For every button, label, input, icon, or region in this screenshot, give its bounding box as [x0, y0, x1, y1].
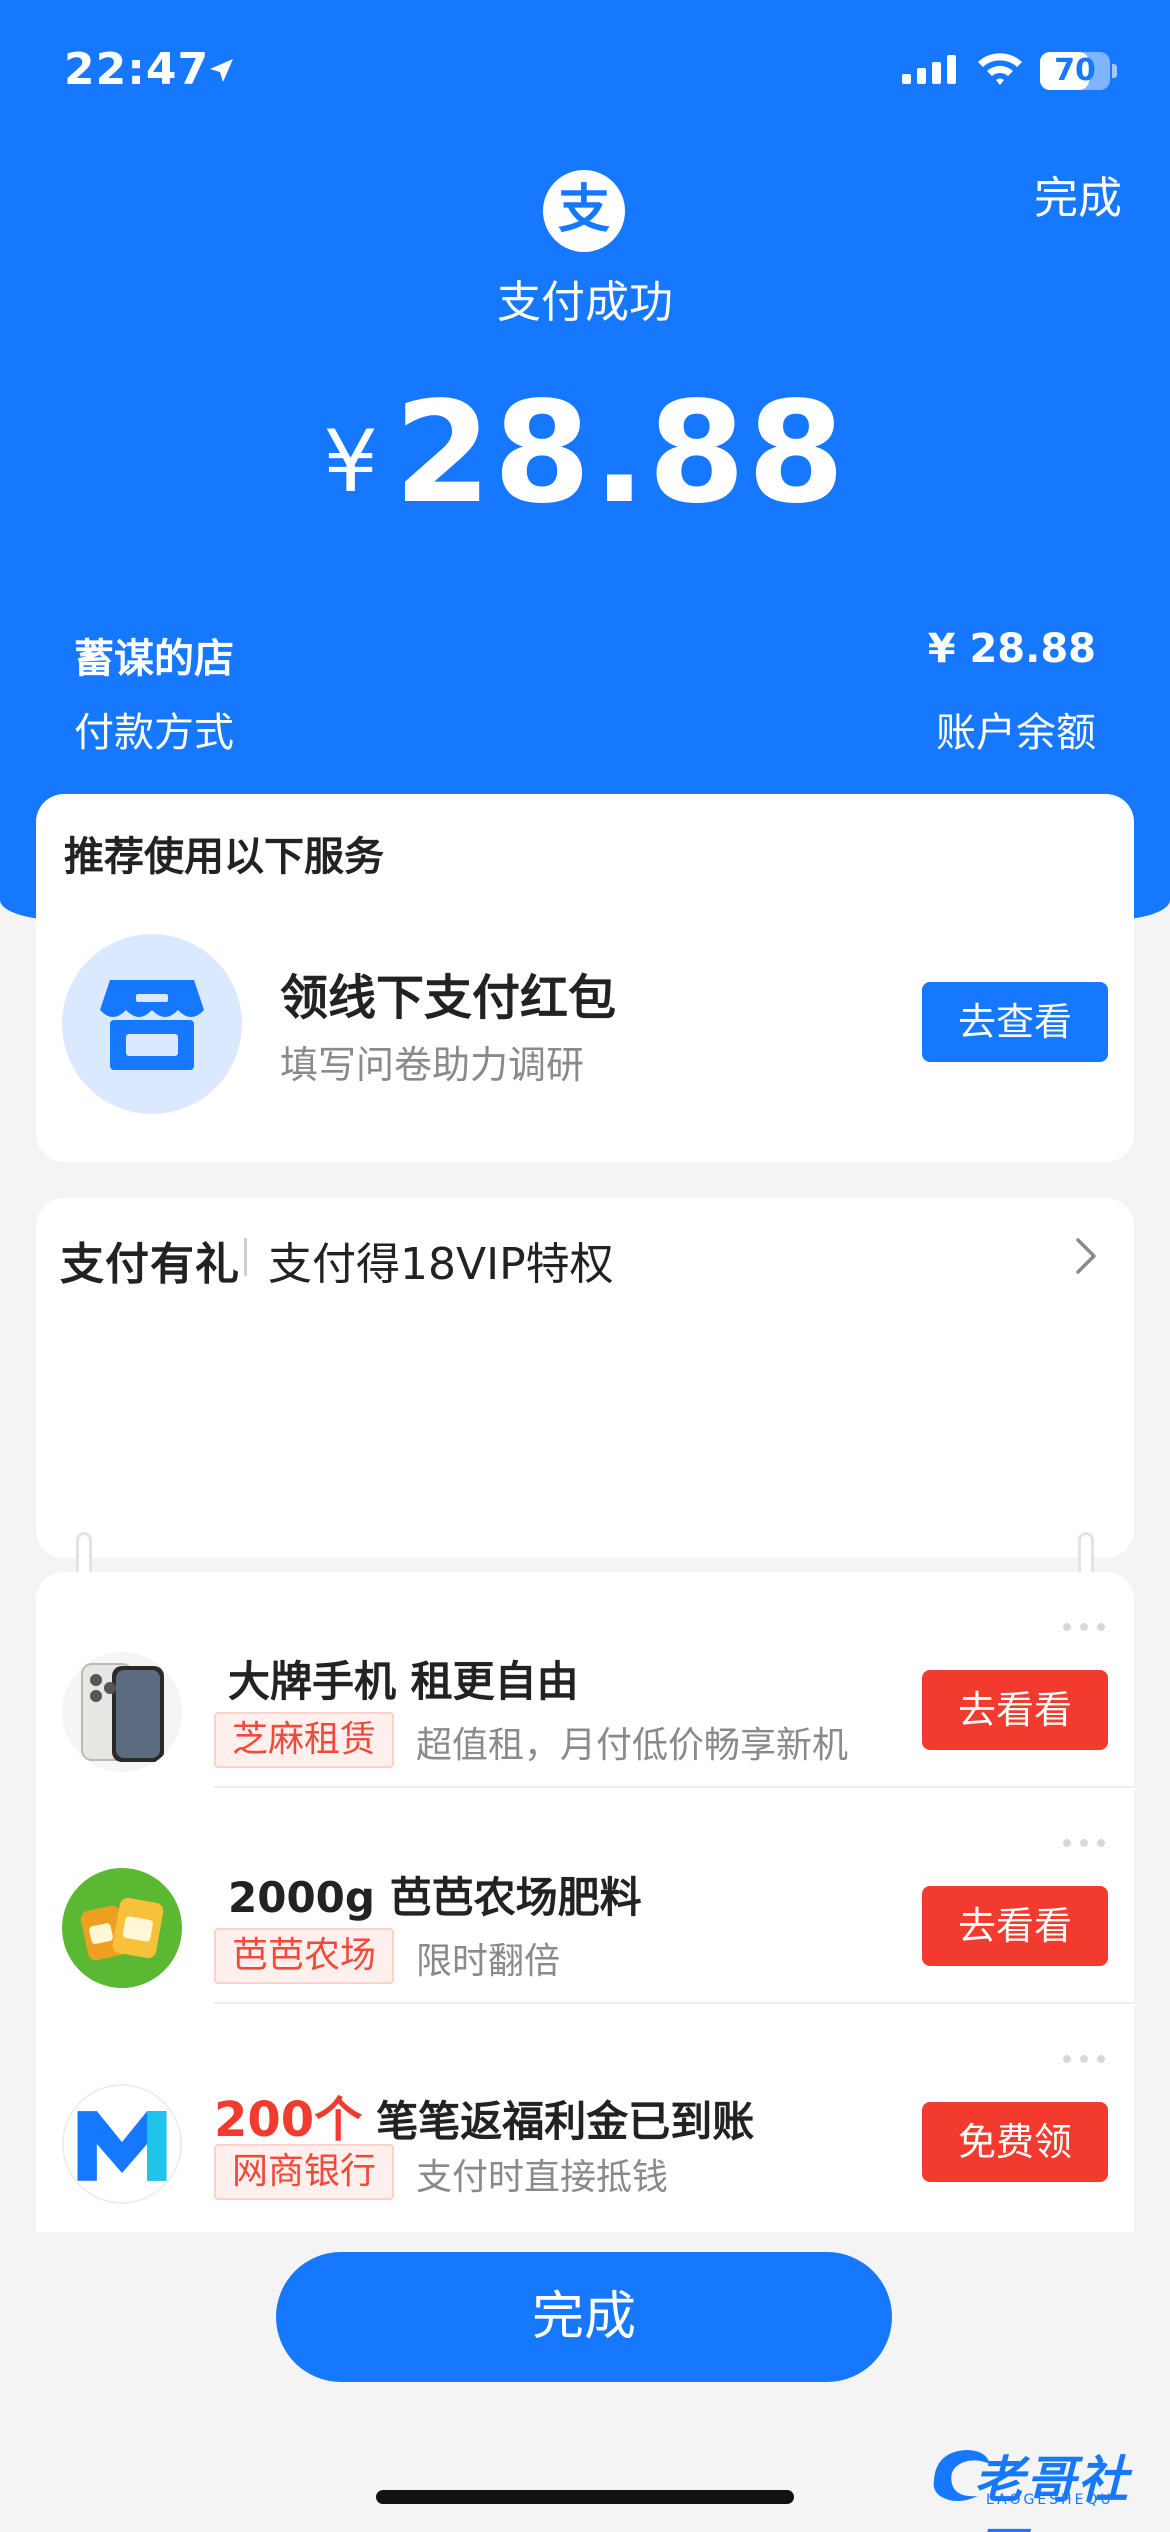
currency-symbol: ¥: [323, 412, 378, 512]
payment-method-value: 账户余额: [936, 710, 1096, 756]
gift-title: 支付得18VIP特权: [268, 1239, 614, 1290]
watermark-subtext: LAOGESHEQU: [986, 2492, 1114, 2508]
offer-item[interactable]: 2000g 芭芭农场肥料 芭芭农场 限时翻倍 去看看: [36, 1788, 1134, 2004]
more-dots-icon[interactable]: [1062, 1622, 1106, 1632]
done-button[interactable]: 完成: [276, 2252, 892, 2382]
offer-title: 200个 笔笔返福利金已到账: [214, 2080, 754, 2150]
location-arrow-icon: [210, 59, 233, 82]
offer-tag: 网商银行: [214, 2144, 395, 2200]
chevron-right-icon[interactable]: [1072, 1234, 1100, 1278]
recommend-card: 推荐使用以下服务 领线下支付红包 填写问卷助力调研 去查看: [36, 794, 1134, 1162]
offer-title-text: 2000g 芭芭农场肥料: [228, 1873, 642, 1922]
payment-success-page: 22:47 70 完成 支 支付成功 ¥28.88 蓄谋的店 ¥ 28.88 付…: [0, 0, 1170, 2532]
offer-item[interactable]: 大牌手机 租更自由 芝麻租赁 超值租，月付低价畅享新机 去看看: [36, 1572, 1134, 1788]
offer-title: 2000g 芭芭农场肥料: [214, 1864, 642, 1925]
payment-method-label: 付款方式: [74, 710, 234, 756]
offer-title-text: 大牌手机 租更自由: [228, 1657, 579, 1706]
watermark-text: 老哥社区: [974, 2451, 1130, 2532]
offer-tag: 芭芭农场: [214, 1928, 395, 1984]
offer-title-text: 笔笔返福利金已到账: [376, 2097, 755, 2146]
merchant-amount: ¥ 28.88: [927, 626, 1096, 672]
offer-desc: 限时翻倍: [416, 1941, 561, 1982]
wifi-icon: [978, 53, 1022, 85]
cellular-signal-icon: [902, 55, 956, 84]
gift-divider: [244, 1238, 247, 1276]
gift-brand: 支付有礼: [60, 1239, 240, 1290]
offer-item[interactable]: 200个 笔笔返福利金已到账 网商银行 支付时直接抵钱 免费领: [36, 2004, 1134, 2220]
store-icon: [62, 934, 242, 1114]
payment-amount: ¥28.88: [0, 372, 1170, 535]
offer-tag: 芝麻租赁: [214, 1712, 395, 1768]
merchant-name: 蓄谋的店: [74, 636, 234, 682]
go-view-button[interactable]: 去查看: [922, 982, 1108, 1062]
offer-list: 大牌手机 租更自由 芝麻租赁 超值租，月付低价畅享新机 去看看 2000g 芭芭…: [36, 1572, 1134, 2232]
offer-desc: 支付时直接抵钱: [416, 2157, 669, 2198]
battery-percent: 70: [1054, 53, 1096, 88]
pay-gift-card[interactable]: 支付有礼 支付得18VIP特权: [36, 1198, 1134, 1558]
battery-indicator: 70: [1040, 52, 1117, 90]
payment-status-title: 支付成功: [497, 277, 673, 328]
status-time: 22:47: [64, 44, 210, 95]
status-bar: 22:47 70: [0, 0, 1170, 140]
recommend-title: 领线下支付红包: [280, 970, 617, 1026]
watermark: 老哥社区 LAOGESHEQU: [926, 2434, 1162, 2532]
more-dots-icon[interactable]: [1062, 2054, 1106, 2064]
alipay-logo-icon: 支: [543, 170, 625, 252]
home-indicator: [376, 2490, 794, 2504]
offer-title: 大牌手机 租更自由: [214, 1648, 579, 1709]
fertilizer-icon: [62, 1868, 182, 1988]
more-dots-icon[interactable]: [1062, 1838, 1106, 1848]
amount-value: 28.88: [393, 372, 847, 535]
phone-icon: [62, 1652, 182, 1772]
done-top-button[interactable]: 完成: [1034, 162, 1122, 226]
offer-highlight: 200个: [214, 2092, 363, 2148]
free-claim-button[interactable]: 免费领: [922, 2102, 1108, 2182]
recommend-subtitle: 填写问卷助力调研: [280, 1043, 585, 1087]
go-look-button[interactable]: 去看看: [922, 1886, 1108, 1966]
go-look-button[interactable]: 去看看: [922, 1670, 1108, 1750]
offer-desc: 超值租，月付低价畅享新机: [416, 1725, 849, 1766]
mybank-icon: [62, 2084, 182, 2204]
recommend-heading: 推荐使用以下服务: [64, 834, 384, 880]
